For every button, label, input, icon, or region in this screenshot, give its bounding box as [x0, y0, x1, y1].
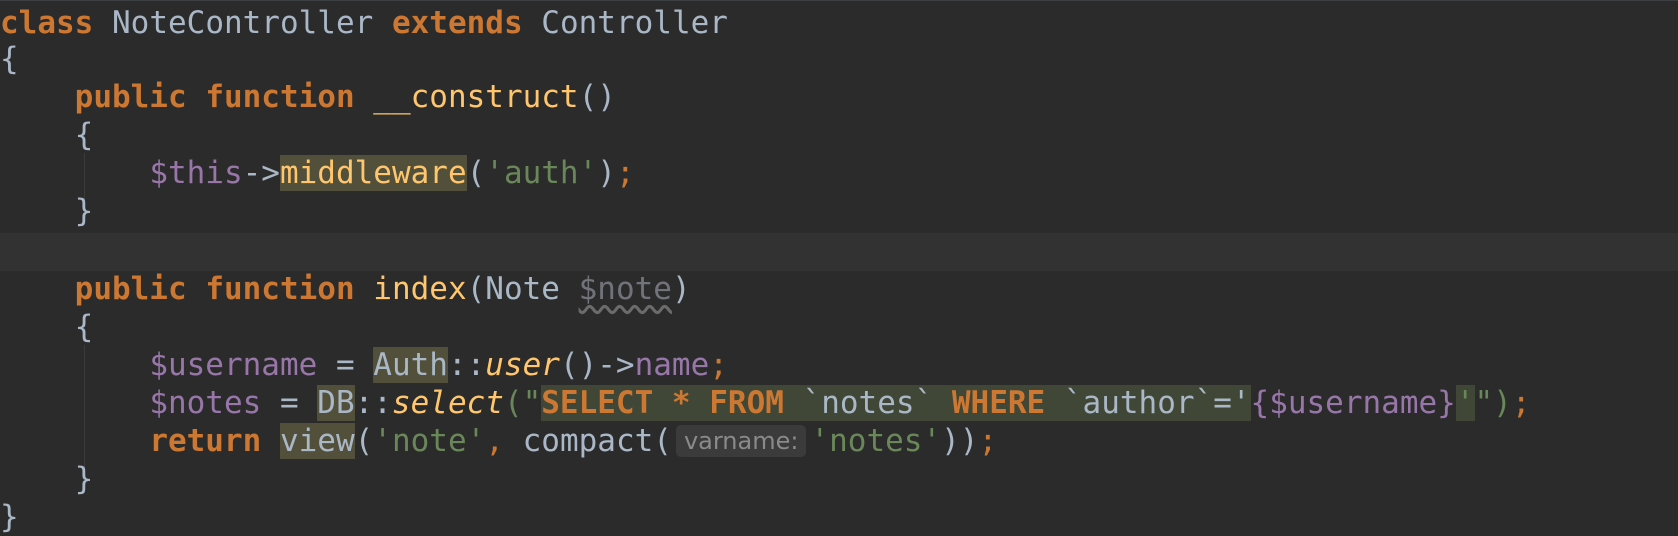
keyword: public [74, 79, 187, 115]
type-hint: Note [485, 271, 560, 307]
paren: ) [597, 155, 616, 191]
operator: = [261, 385, 318, 421]
sql-identifier: `notes` [783, 385, 952, 421]
code-line-6[interactable]: } [0, 192, 94, 230]
method-call: middleware [279, 155, 467, 191]
paren: )) [941, 423, 979, 459]
code-line-8[interactable]: public function index(Note $note) [0, 270, 691, 308]
function-name: __construct [373, 79, 579, 115]
operator: = [317, 347, 374, 383]
code-line-4[interactable]: { [0, 116, 94, 154]
paren: ) [671, 271, 691, 307]
function-call: view [279, 423, 355, 459]
code-editor[interactable]: class NoteController extends Controller … [0, 0, 1678, 536]
class-name: NoteController [112, 5, 374, 41]
sql-keyword: WHERE [951, 385, 1046, 421]
brace: } [0, 499, 19, 535]
paren: ( [354, 423, 374, 459]
code-line-2[interactable]: { [0, 40, 19, 78]
sql-keyword: FROM [709, 385, 784, 421]
paren: ( [466, 155, 486, 191]
code-line-12[interactable]: return view('note', compact(varname:'not… [0, 422, 997, 460]
operator: -> [242, 155, 280, 191]
code-line-13[interactable]: } [0, 460, 94, 498]
keyword: class [0, 5, 94, 41]
variable: $this [149, 155, 243, 191]
semicolon: ; [615, 155, 635, 191]
string-open: (" [503, 385, 542, 421]
parameter-hint: varname: [675, 425, 807, 457]
keyword: function [205, 271, 355, 307]
keyword: public [74, 271, 187, 307]
code-line-10[interactable]: $username = Auth::user()->name; [0, 346, 728, 384]
sql-operator: * [653, 385, 710, 421]
class-reference: Auth [373, 347, 448, 383]
operator: ()-> [559, 347, 635, 383]
paren: ( [466, 271, 486, 307]
code-line-11[interactable]: $notes = DB::select("SELECT * FROM `note… [0, 384, 1531, 422]
keyword: function [205, 79, 355, 115]
current-line-highlight [0, 233, 1678, 271]
property: name [634, 347, 710, 383]
semicolon: ; [1511, 385, 1531, 421]
keyword: return [149, 423, 262, 459]
sql-injection-region: SELECT * FROM `notes` WHERE `author`=' [541, 385, 1251, 421]
code-line-3[interactable]: public function __construct() [0, 78, 616, 116]
static-method-call: select [391, 385, 504, 421]
brace: { [0, 41, 19, 77]
brace: { [74, 117, 94, 153]
semicolon: ; [978, 423, 998, 459]
code-line-1[interactable]: class NoteController extends Controller [0, 4, 728, 42]
operator: :: [447, 347, 486, 383]
code-line-14[interactable]: } [0, 498, 19, 536]
parens: () [578, 79, 616, 115]
unused-parameter: $note [578, 271, 672, 307]
semicolon: ; [709, 347, 728, 383]
parent-class: Controller [541, 5, 728, 41]
variable: $notes [149, 385, 262, 421]
string-literal: 'notes' [810, 423, 942, 459]
string-close: ") [1474, 385, 1512, 421]
sql-keyword: SELECT [541, 385, 654, 421]
variable: $username [149, 347, 318, 383]
keyword: extends [391, 5, 523, 41]
code-line-5[interactable]: $this->middleware('auth'); [0, 154, 635, 192]
operator: :: [354, 385, 392, 421]
brace: { [74, 309, 94, 345]
function-call: compact [522, 423, 654, 459]
sql-condition: `author`=' [1045, 385, 1251, 421]
code-line-9[interactable]: { [0, 308, 94, 346]
static-method-call: user [485, 347, 560, 383]
function-name: index [373, 271, 467, 307]
brace: } [74, 461, 94, 497]
class-reference: DB [317, 385, 355, 421]
string-literal: 'note' [373, 423, 486, 459]
sql-quote: ' [1455, 385, 1475, 421]
interpolated-variable: {$username} [1250, 385, 1456, 421]
paren: ( [653, 423, 672, 459]
comma: , [485, 423, 504, 459]
string-literal: 'auth' [485, 155, 598, 191]
brace: } [74, 193, 94, 229]
